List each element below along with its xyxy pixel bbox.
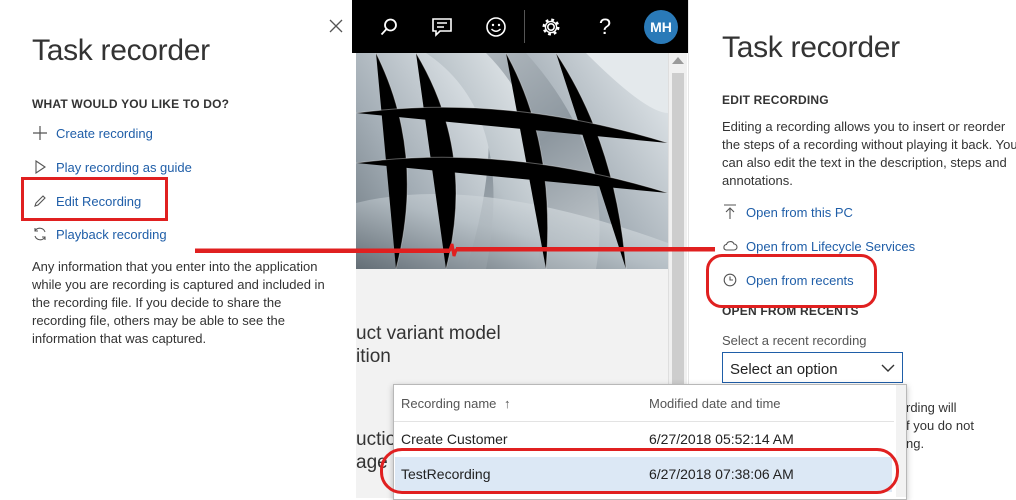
partial-help-text: ng. xyxy=(906,436,925,451)
playback-recording-link[interactable]: Playback recording xyxy=(32,226,167,242)
annotation-highlight-ring xyxy=(706,254,877,308)
edit-recording-description: Editing a recording allows you to insert… xyxy=(722,119,1016,188)
search-icon[interactable] xyxy=(372,10,406,44)
action-label: Play recording as guide xyxy=(56,159,192,175)
upload-icon xyxy=(722,204,738,220)
toolbar-divider xyxy=(524,10,525,43)
action-label: Playback recording xyxy=(56,226,167,242)
avatar[interactable]: MH xyxy=(644,10,678,44)
pane-title: Task recorder xyxy=(722,31,900,64)
scroll-up-arrow-icon[interactable] xyxy=(672,57,684,64)
cloud-icon xyxy=(722,238,738,254)
recording-info-text: Any information that you enter into the … xyxy=(32,259,325,346)
plus-icon xyxy=(32,125,48,141)
close-icon[interactable] xyxy=(328,18,344,34)
section-heading: WHAT WOULD YOU LIKE TO DO? xyxy=(32,97,230,111)
dropdown-header: Recording name ↑ Modified date and time xyxy=(394,385,894,422)
modified-date: 6/27/2018 05:52:14 AM xyxy=(649,431,794,447)
section-heading: EDIT RECORDING xyxy=(722,93,829,107)
pane-title: Task recorder xyxy=(32,34,210,67)
annotation-highlight-ring xyxy=(380,448,899,494)
chevron-down-icon xyxy=(880,361,896,379)
column-label: Recording name xyxy=(401,396,497,411)
dropdown-scrollbar[interactable] xyxy=(896,385,906,497)
annotation-highlight-box xyxy=(21,177,168,221)
sort-ascending-icon: ↑ xyxy=(504,396,511,411)
recording-name: Create Customer xyxy=(401,431,508,447)
create-recording-link[interactable]: Create recording xyxy=(32,125,153,141)
workspace-tile-title[interactable]: uct variant model ition xyxy=(356,322,501,368)
refresh-icon xyxy=(32,226,48,242)
annotation-arrow xyxy=(195,243,715,257)
play-recording-as-guide-link[interactable]: Play recording as guide xyxy=(32,159,192,175)
select-value: Select an option xyxy=(730,361,838,378)
column-header-modified[interactable]: Modified date and time xyxy=(649,396,781,411)
gear-icon[interactable] xyxy=(534,10,568,44)
partial-help-text: f you do not xyxy=(906,418,974,433)
option-label: Open from Lifecycle Services xyxy=(746,238,916,254)
recent-recording-select[interactable]: Select an option xyxy=(722,352,903,383)
open-from-lifecycle-services-link[interactable]: Open from Lifecycle Services xyxy=(722,238,915,254)
app-top-bar: ? MH xyxy=(352,0,688,53)
play-icon xyxy=(32,159,48,175)
help-icon[interactable]: ? xyxy=(588,10,622,44)
open-from-this-pc-link[interactable]: Open from this PC xyxy=(722,204,853,220)
chat-icon[interactable] xyxy=(425,10,459,44)
action-label: Create recording xyxy=(56,125,153,141)
partial-help-text: rding will xyxy=(906,400,957,415)
select-recording-label: Select a recent recording xyxy=(722,333,867,348)
option-label: Open from this PC xyxy=(746,204,853,220)
smiley-icon[interactable] xyxy=(479,10,513,44)
hero-image xyxy=(356,53,668,269)
column-header-recording-name[interactable]: Recording name ↑ xyxy=(401,396,511,411)
